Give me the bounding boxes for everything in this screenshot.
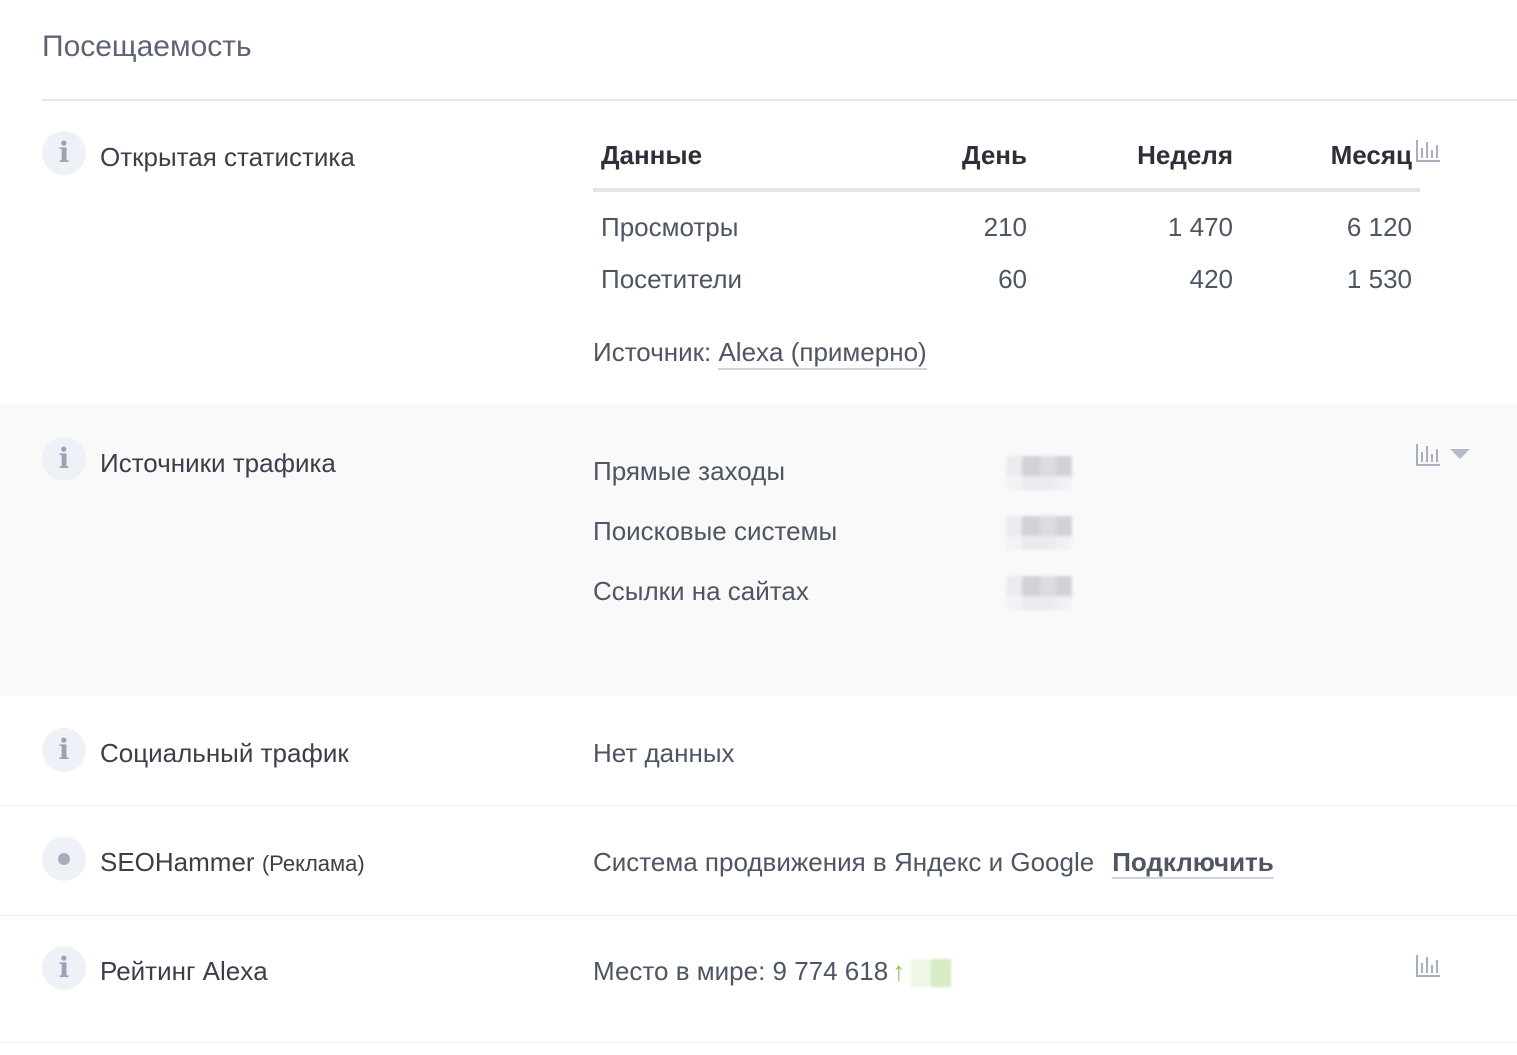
social-value: Нет данных — [593, 738, 735, 768]
traffic-sources-label: Источники трафика — [100, 448, 336, 478]
info-icon[interactable]: i — [42, 437, 86, 481]
info-icon[interactable]: i — [42, 131, 86, 175]
source-prefix: Источник: — [593, 337, 712, 367]
table-row: Просмотры 210 1 470 6 120 — [593, 200, 1420, 252]
hidden-change — [911, 959, 952, 988]
info-icon[interactable]: i — [42, 728, 86, 772]
bar-chart-icon[interactable] — [1416, 140, 1440, 162]
row-day: 210 — [983, 212, 1027, 242]
row-week: 420 — [1189, 264, 1233, 294]
header-day: День — [962, 140, 1027, 170]
connect-button[interactable]: Подключить — [1112, 847, 1274, 879]
traffic-item-links: Ссылки на сайтах — [593, 576, 809, 606]
social-section: i Социальный трафик Нет данных — [0, 696, 1517, 805]
row-name: Просмотры — [601, 212, 739, 242]
source-link[interactable]: Alexa (примерно) — [718, 337, 927, 370]
hidden-value — [1006, 576, 1072, 610]
header-week: Неделя — [1137, 140, 1233, 170]
dot-icon — [42, 837, 86, 881]
row-name: Посетители — [601, 264, 743, 294]
info-icon[interactable]: i — [42, 946, 86, 990]
row-divider — [0, 1042, 1517, 1043]
header-data: Данные — [601, 140, 703, 170]
traffic-page: Посещаемость i Открытая статистика Данны… — [0, 0, 1517, 1055]
row-month: 6 120 — [1346, 212, 1412, 242]
seohammer-line: Система продвижения в Яндекс и Google Под… — [593, 847, 1274, 879]
alexa-rank-section: i Рейтинг Alexa Место в мире: 9 774 618 ↑ — [0, 916, 1517, 1042]
traffic-sources-section: i Источники трафика — [0, 404, 1517, 696]
seohammer-label: SEOHammer (Реклама) — [100, 847, 365, 878]
social-label: Социальный трафик — [100, 738, 349, 768]
header-month: Месяц — [1330, 140, 1412, 170]
trend-up-icon: ↑ — [892, 956, 906, 986]
alexa-rank-value: Место в мире: 9 774 618 — [593, 956, 889, 986]
row-month: 1 530 — [1346, 264, 1412, 294]
seohammer-description: Система продвижения в Яндекс и Google — [593, 847, 1095, 877]
traffic-item-direct: Прямые заходы — [593, 456, 786, 486]
hidden-value — [1006, 516, 1072, 550]
bar-chart-icon[interactable] — [1416, 444, 1440, 466]
hidden-value — [1006, 456, 1072, 490]
bar-chart-icon[interactable] — [1416, 955, 1440, 977]
chevron-down-icon[interactable] — [1450, 449, 1470, 459]
page-title: Посещаемость — [42, 30, 252, 63]
open-stats-label: Открытая статистика — [100, 142, 355, 172]
seohammer-section: SEOHammer (Реклама) Система продвижения … — [0, 806, 1517, 915]
row-week: 1 470 — [1167, 212, 1233, 242]
row-day: 60 — [998, 264, 1027, 294]
stats-table: Данные День Неделя Месяц Просмотры 210 1… — [593, 130, 1420, 304]
alexa-rank-label: Рейтинг Alexa — [100, 956, 268, 986]
stats-table-header: Данные День Неделя Месяц — [593, 130, 1420, 192]
traffic-item-search: Поисковые системы — [593, 516, 838, 546]
alexa-rank-line: Место в мире: 9 774 618 ↑ — [593, 956, 952, 988]
table-row: Посетители 60 420 1 530 — [593, 252, 1420, 304]
source-line: Источник: Alexa (примерно) — [593, 337, 927, 370]
ad-note: (Реклама) — [261, 851, 365, 876]
seohammer-name: SEOHammer — [100, 847, 255, 877]
